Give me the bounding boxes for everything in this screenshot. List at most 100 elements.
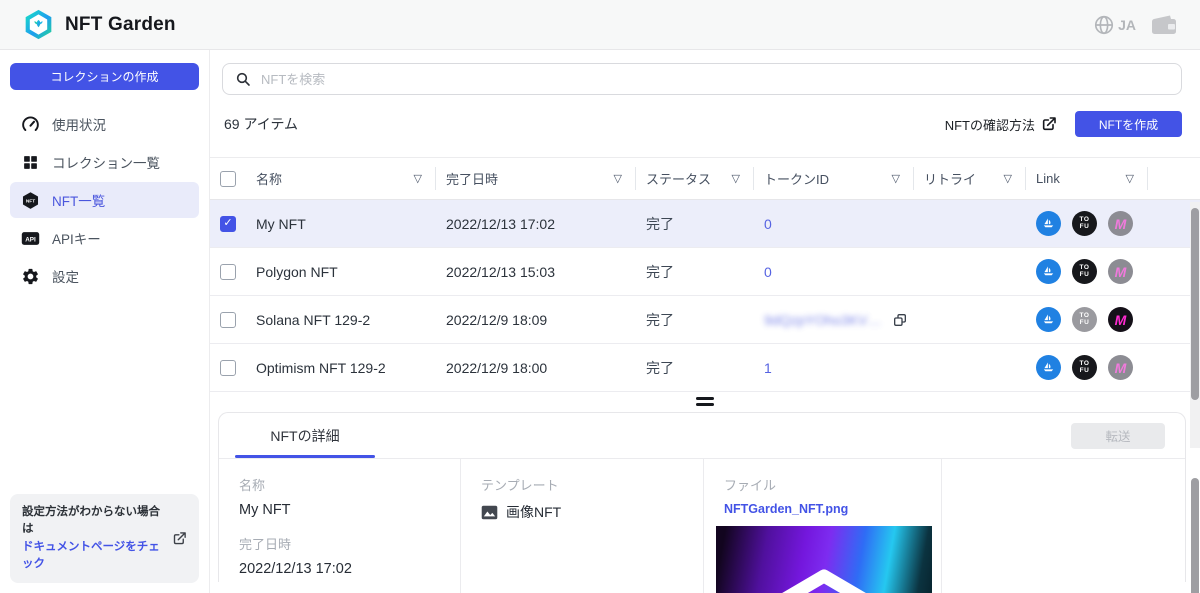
row-checkbox[interactable] [220,312,236,328]
nft-hexagon-icon: NFT [20,190,40,210]
status: 完了 [636,358,754,378]
name-label: 名称 [239,475,446,494]
tofunft-icon[interactable]: TOFU [1072,307,1097,332]
external-link-icon [1041,116,1057,132]
magic-eden-icon[interactable]: M [1108,307,1133,332]
token-id-link[interactable]: 1 [754,360,914,376]
table-scrollbar-thumb[interactable] [1191,208,1199,400]
column-header-token-id[interactable]: トークンID ▽ [754,158,914,199]
docs-link[interactable]: ドキュメントページをチェック [22,539,164,574]
opensea-icon[interactable] [1036,211,1061,236]
marketplace-links: TOFU M [1026,355,1148,380]
detail-grid: 名称 My NFT 完了日時 2022/12/13 17:02 テンプレート [219,459,1185,583]
token-id-link[interactable]: 0 [754,216,914,232]
detail-scrollbar-thumb[interactable] [1191,478,1199,593]
column-header-status[interactable]: ステータス ▽ [636,158,754,199]
status: 完了 [636,214,754,234]
help-text: 設定方法がわからない場合は [22,504,164,539]
nft-search[interactable] [222,63,1182,95]
help-card[interactable]: 設定方法がわからない場合は ドキュメントページをチェック [10,494,199,583]
magic-eden-icon[interactable]: M [1108,355,1133,380]
create-nft-button[interactable]: NFTを作成 [1075,111,1182,137]
create-collection-button[interactable]: コレクションの作成 [10,63,199,90]
language-switcher[interactable]: JA [1093,14,1136,36]
search-icon [235,71,251,87]
main-content: 69 アイテム NFTの確認方法 NFTを作成 [210,50,1200,593]
sidebar-item-settings[interactable]: 設定 [10,258,199,294]
completed-at: 2022/12/9 18:09 [436,312,636,328]
nft-garden-logo-icon [22,8,55,41]
wallet-icon[interactable] [1150,13,1178,37]
gear-icon [20,266,40,286]
sidebar-nav: 使用状況 コレクション一覧 NFT [10,106,199,294]
detail-col-basic: 名称 My NFT 完了日時 2022/12/13 17:02 [219,459,460,593]
magic-eden-icon[interactable]: M [1108,211,1133,236]
sort-icon: ▽ [614,172,622,185]
how-to-check-link[interactable]: NFTの確認方法 [945,115,1057,134]
api-icon: API [20,228,40,248]
column-header-name[interactable]: 名称 ▽ [246,158,436,199]
row-checkbox[interactable] [220,264,236,280]
table-row[interactable]: Solana NFT 129-2 2022/12/9 18:09 完了 9dQz… [210,296,1200,344]
column-header-retry[interactable]: リトライ ▽ [914,158,1026,199]
topbar-actions: JA [1093,13,1178,37]
copy-icon[interactable] [892,312,908,328]
column-header-link[interactable]: Link ▽ [1026,158,1148,199]
tofunft-icon[interactable]: TOFU [1072,355,1097,380]
sort-icon: ▽ [1126,172,1134,185]
opensea-icon[interactable] [1036,259,1061,284]
marketplace-links: TOFU M [1026,259,1148,284]
sidebar-item-nft-list[interactable]: NFT NFT一覧 [10,182,199,218]
sidebar-item-api-key[interactable]: API APIキー [10,220,199,256]
opensea-icon[interactable] [1036,307,1061,332]
sidebar-item-label: コレクション一覧 [52,152,160,172]
transfer-button[interactable]: 転送 [1071,423,1165,449]
top-bar: NFT Garden JA [0,0,1200,50]
sidebar-item-usage[interactable]: 使用状況 [10,106,199,142]
detail-col-template: テンプレート 画像NFT [460,459,703,593]
sidebar-item-collections[interactable]: コレクション一覧 [10,144,199,180]
table-row[interactable]: Polygon NFT 2022/12/13 15:03 完了 0 [210,248,1200,296]
sidebar-item-label: NFT一覧 [52,190,105,210]
file-link[interactable]: NFTGarden_NFT.png [724,502,927,516]
panel-resize-handle[interactable] [696,397,714,406]
sidebar-item-label: 使用状況 [52,114,106,134]
nft-image-preview [716,526,932,593]
file-label: ファイル [724,475,927,494]
tab-nft-detail[interactable]: NFTの詳細 [235,413,375,458]
sort-icon: ▽ [414,172,422,185]
sort-icon: ▽ [1004,172,1012,185]
column-header-completed-at[interactable]: 完了日時 ▽ [436,158,636,199]
brand-name: NFT Garden [65,14,176,36]
sort-icon: ▽ [732,172,740,185]
external-link-icon [172,531,187,546]
table-row[interactable]: My NFT 2022/12/13 17:02 完了 0 TO [210,200,1200,248]
nft-name: Optimism NFT 129-2 [246,360,436,376]
gauge-icon [20,114,40,134]
completed-at: 2022/12/13 15:03 [436,264,636,280]
row-checkbox[interactable] [220,216,236,232]
detail-col-file: ファイル NFTGarden_NFT.png [703,459,941,593]
token-id-link[interactable]: 0 [754,264,914,280]
search-input[interactable] [261,72,1169,87]
row-checkbox[interactable] [220,360,236,376]
table-header: 名称 ▽ 完了日時 ▽ ステータス ▽ トーク [210,158,1200,200]
svg-text:NFT: NFT [25,198,34,204]
brand[interactable]: NFT Garden [22,8,176,41]
magic-eden-icon[interactable]: M [1108,259,1133,284]
completed-at: 2022/12/13 17:02 [436,216,636,232]
name-value: My NFT [239,502,446,518]
opensea-icon[interactable] [1036,355,1061,380]
marketplace-links: TOFU M [1026,307,1148,332]
sidebar: コレクションの作成 使用状況 [0,50,210,593]
nft-name: Polygon NFT [246,264,436,280]
toolbar-row: 69 アイテム NFTの確認方法 NFTを作成 [224,111,1182,137]
sort-icon: ▽ [892,172,900,185]
table-row[interactable]: Optimism NFT 129-2 2022/12/9 18:00 完了 1 [210,344,1200,392]
item-count: 69 アイテム [224,114,298,134]
tofunft-icon[interactable]: TOFU [1072,259,1097,284]
select-all-checkbox[interactable] [220,171,236,187]
tofunft-icon[interactable]: TOFU [1072,211,1097,236]
token-id-link[interactable]: 9dQzpYOho3KV… [764,312,882,328]
template-label: テンプレート [481,475,689,494]
